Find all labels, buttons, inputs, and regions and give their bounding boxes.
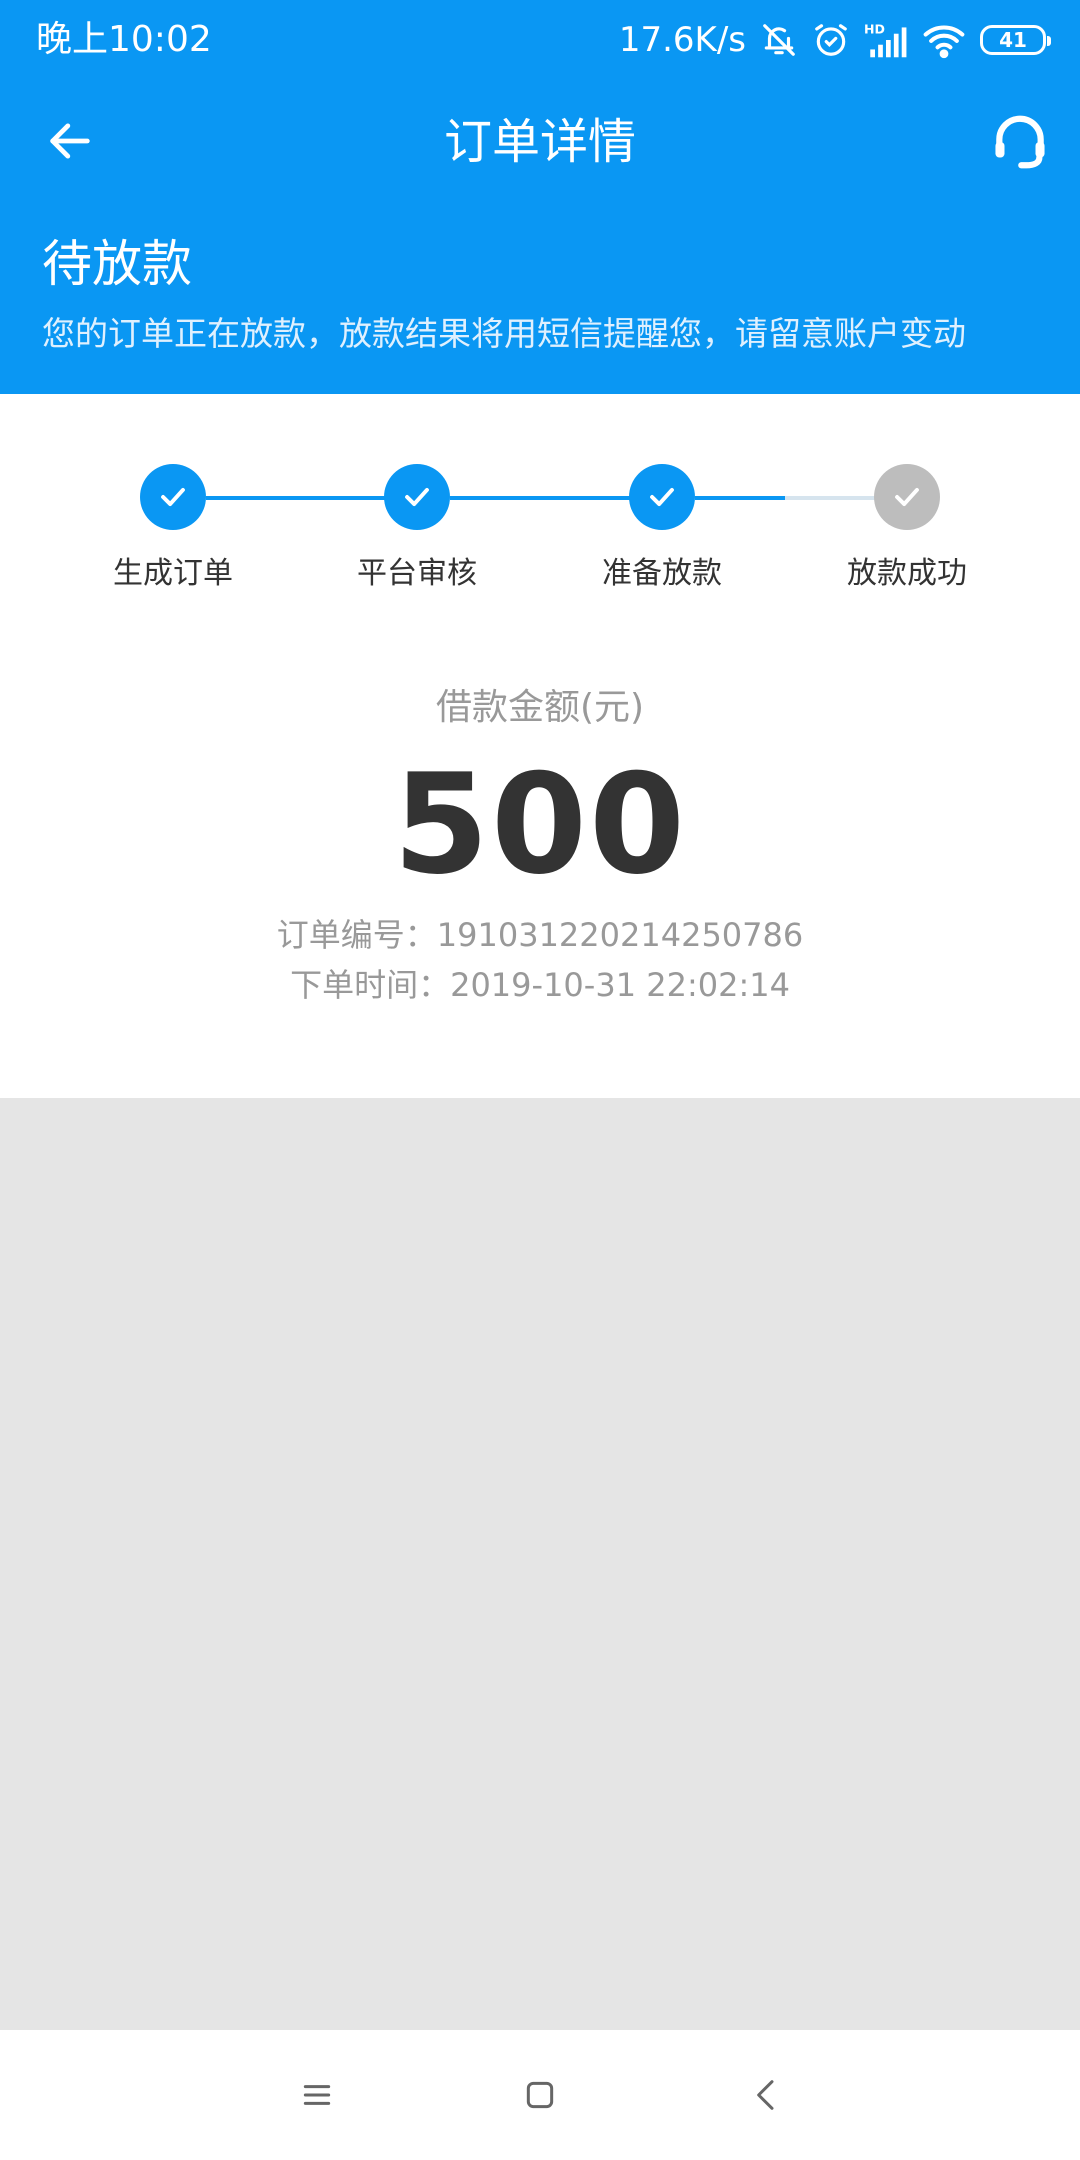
battery-icon: 41: [980, 25, 1051, 55]
order-time-label: 下单时间：: [290, 966, 451, 1004]
status-bar: 晚上10:02 17.6K/s HD 41: [0, 0, 1080, 80]
back-chevron-icon: [757, 2080, 774, 2110]
order-number-value: 191031220214250786: [436, 916, 804, 954]
network-speed: 17.6K/s: [618, 20, 746, 60]
menu-icon: [303, 2085, 331, 2105]
loan-amount-section: 借款金额(元) 500 订单编号：191031220214250786 下单时间…: [0, 684, 1080, 1010]
home-square-icon: [526, 2081, 554, 2109]
order-number-line: 订单编号：191031220214250786: [0, 910, 1080, 960]
order-card: 生成订单 平台审核 准备放款 放款成功 借款金额(元) 500 订单编号：191…: [0, 394, 1080, 1098]
step-label: 放款成功: [847, 556, 967, 591]
hd-signal-icon: HD: [864, 21, 908, 59]
headset-icon: [995, 115, 1045, 169]
customer-service-button[interactable]: [980, 102, 1060, 182]
loan-amount-label: 借款金额(元): [435, 687, 645, 728]
notifications-off-icon: [760, 21, 798, 59]
step-check-icon: [874, 464, 940, 530]
step-item: 平台审核: [317, 464, 517, 594]
step-check-icon: [629, 464, 695, 530]
order-status-title: 待放款: [42, 235, 192, 293]
battery-level: 41: [999, 28, 1027, 52]
status-time: 晚上10:02: [36, 19, 212, 60]
step-item: 放款成功: [807, 464, 1007, 594]
page-title: 订单详情: [443, 114, 636, 170]
svg-text:HD: HD: [864, 22, 885, 37]
system-nav-bar: [0, 2030, 1080, 2160]
step-label: 准备放款: [602, 556, 722, 591]
system-back-button[interactable]: [732, 2060, 802, 2130]
order-status-description: 您的订单正在放款，放款结果将用短信提醒您，请留意账户变动: [42, 314, 966, 353]
alarm-icon: [812, 21, 850, 59]
nav-bar: 订单详情: [0, 80, 1080, 202]
step-label: 生成订单: [113, 556, 233, 591]
loan-amount-value: 500: [392, 744, 688, 905]
order-status-header: 待放款 您的订单正在放款，放款结果将用短信提醒您，请留意账户变动: [0, 202, 1080, 394]
progress-stepper: 生成订单 平台审核 准备放款 放款成功: [0, 394, 1080, 634]
wifi-icon: [922, 21, 966, 59]
step-item: 生成订单: [73, 464, 273, 594]
step-check-icon: [384, 464, 450, 530]
home-button[interactable]: [505, 2060, 575, 2130]
order-number-label: 订单编号：: [276, 916, 437, 954]
step-check-icon: [140, 464, 206, 530]
status-icons: 17.6K/s HD 41: [618, 16, 1051, 64]
order-time-line: 下单时间：2019-10-31 22:02:14: [0, 960, 1080, 1010]
order-time-value: 2019-10-31 22:02:14: [450, 966, 790, 1004]
step-label: 平台审核: [357, 556, 477, 591]
step-item: 准备放款: [562, 464, 762, 594]
menu-button[interactable]: [282, 2060, 352, 2130]
